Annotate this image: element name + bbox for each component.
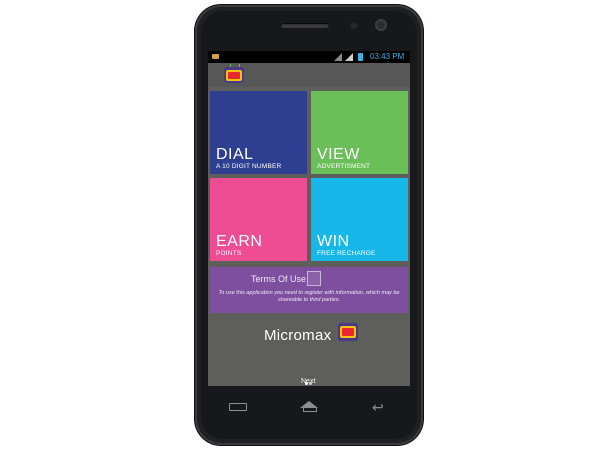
- brand-logo-icon: [338, 323, 358, 341]
- proximity-sensor: [350, 22, 357, 29]
- menu-tiles: DIAL A 10 DIGIT NUMBER VIEW ADVERTISMENT…: [210, 91, 408, 263]
- tile-title: DIAL: [216, 146, 254, 163]
- front-camera: [375, 19, 387, 31]
- tile-title: VIEW: [317, 146, 360, 163]
- tv-icon: [340, 326, 356, 338]
- tile-title: WIN: [317, 233, 350, 250]
- next-button[interactable]: Next: [301, 378, 315, 385]
- phone-screen: 03:43 PM DIAL A 10 DIGIT NUMBER VIEW ADV…: [208, 51, 410, 386]
- menu-icon: [229, 403, 247, 411]
- page-indicator: [305, 372, 315, 385]
- app-bar: [208, 63, 410, 87]
- battery-icon: [358, 53, 363, 61]
- brand-name: Micromax: [264, 327, 332, 344]
- hardware-nav-keys: ↩: [208, 395, 410, 419]
- tile-view[interactable]: VIEW ADVERTISMENT: [311, 91, 408, 174]
- tile-title: EARN: [216, 233, 263, 250]
- tile-dial[interactable]: DIAL A 10 DIGIT NUMBER: [210, 91, 307, 174]
- app-logo-icon[interactable]: [224, 64, 244, 83]
- phone-device: 03:43 PM DIAL A 10 DIGIT NUMBER VIEW ADV…: [195, 5, 423, 445]
- terms-checkbox[interactable]: [307, 271, 321, 286]
- terms-panel: Terms Of Use To use this application you…: [210, 267, 408, 313]
- tile-win[interactable]: WIN FREE RECHARGE: [311, 178, 408, 261]
- home-icon: [300, 401, 318, 412]
- signal-icon: [334, 53, 342, 61]
- earpiece-speaker: [281, 23, 329, 28]
- antenna-icon: [230, 64, 240, 67]
- tile-subtitle: POINTS: [216, 250, 242, 257]
- home-key[interactable]: [297, 399, 321, 413]
- tile-subtitle: FREE RECHARGE: [317, 250, 376, 257]
- tv-icon: [226, 70, 242, 81]
- tile-subtitle: A 10 DIGIT NUMBER: [216, 163, 282, 170]
- tile-subtitle: ADVERTISMENT: [317, 163, 371, 170]
- status-time: 03:43 PM: [370, 52, 405, 61]
- signal-icon-2: [345, 53, 353, 61]
- terms-label[interactable]: Terms Of Use: [251, 274, 306, 284]
- menu-key[interactable]: [226, 399, 250, 413]
- terms-note: To use this application you need to regi…: [218, 290, 400, 303]
- tile-earn[interactable]: EARN POINTS: [210, 178, 307, 261]
- status-bar: 03:43 PM: [208, 51, 410, 63]
- back-key[interactable]: ↩: [368, 399, 392, 415]
- notification-icon: [212, 54, 219, 59]
- back-icon: ↩: [372, 399, 384, 415]
